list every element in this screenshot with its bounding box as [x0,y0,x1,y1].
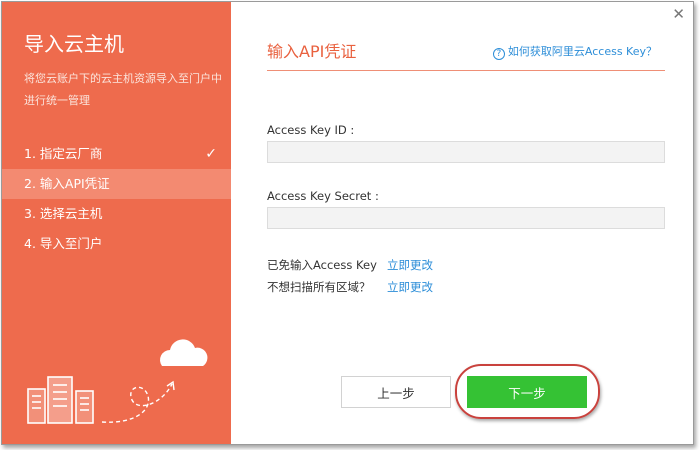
change-regions-link[interactable]: 立即更改 [387,279,433,295]
step-list: 1. 指定云厂商 ✓ 2. 输入API凭证 3. 选择云主机 4. 导入至门户 [2,139,231,259]
skip-access-key-label: 已免输入Access Key [267,258,377,272]
step-label: 4. 导入至门户 [24,236,103,251]
title-divider [267,70,665,71]
sidebar-title: 导入云主机 [24,32,124,56]
page-title: 输入API凭证 [267,42,357,61]
step-label: 1. 指定云厂商 [24,146,103,161]
server-icon [27,376,94,424]
change-access-key-link[interactable]: 立即更改 [387,257,433,273]
access-key-id-label: Access Key ID : [267,123,355,137]
main-content: ✕ 输入API凭证 ? 如何获取阿里云Access Key？ Access Key… [231,2,693,444]
sidebar-description: 将您云账户下的云主机资源导入至门户中进行统一管理 [24,72,222,107]
question-circle-icon: ? [492,48,505,60]
access-key-secret-label: Access Key Secret : [267,189,379,203]
import-host-dialog: 导入云主机 将您云账户下的云主机资源导入至门户中进行统一管理 1. 指定云厂商 … [1,1,694,445]
help-link-label: 如何获取阿里云Access Key？ [507,45,657,58]
step-item-api-credentials: 2. 输入API凭证 [2,169,231,199]
access-key-secret-input[interactable] [267,207,665,229]
sidebar: 导入云主机 将您云账户下的云主机资源导入至门户中进行统一管理 1. 指定云厂商 … [2,2,231,444]
close-icon[interactable]: ✕ [672,6,685,22]
previous-step-button[interactable]: 上一步 [341,376,451,408]
skip-regions-label: 不想扫描所有区域？ [267,280,371,294]
transfer-arrow [101,383,173,423]
access-key-id-input[interactable] [267,141,665,163]
help-link[interactable]: ? 如何获取阿里云Access Key？ [492,43,657,60]
step-item-import-portal: 4. 导入至门户 [2,229,231,259]
step-label: 3. 选择云主机 [24,206,103,221]
cloud-servers-illustration [27,339,208,424]
cloud-icon [160,339,208,366]
next-step-button[interactable]: 下一步 [467,376,587,408]
step-label: 2. 输入API凭证 [24,176,110,191]
step-item-specify-vendor: 1. 指定云厂商 ✓ [2,139,231,169]
step-item-select-host: 3. 选择云主机 [2,199,231,229]
checkmark-icon: ✓ [205,146,217,162]
